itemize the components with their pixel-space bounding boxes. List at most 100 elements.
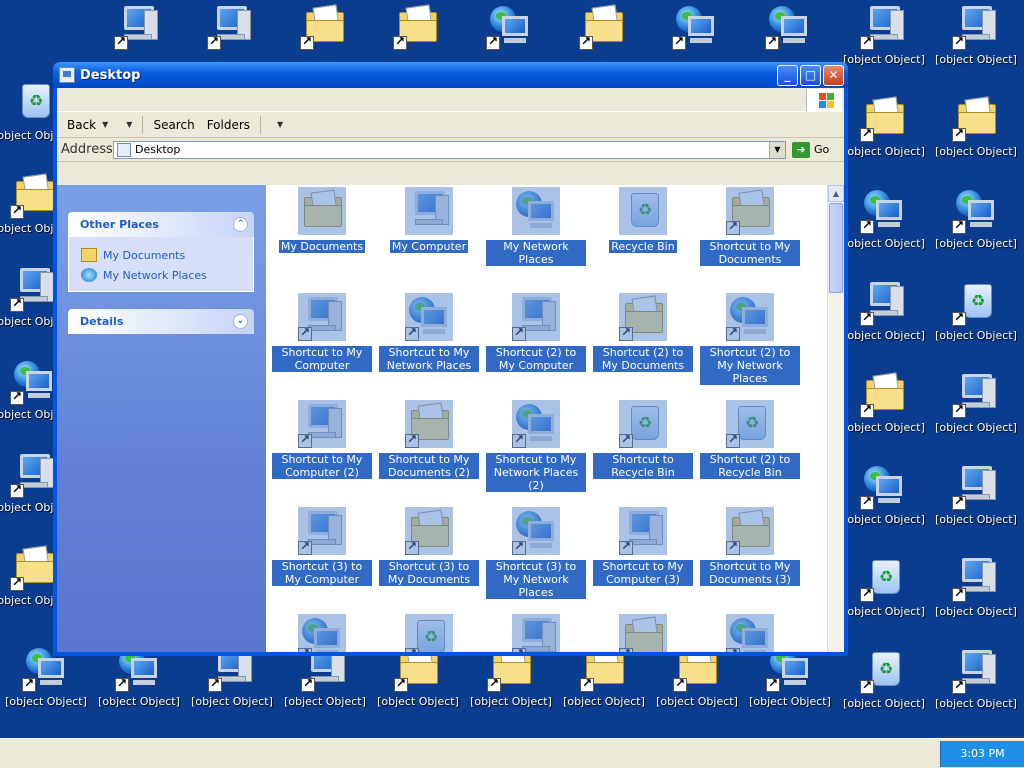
title-bar[interactable]: Desktop _ □ ✕ <box>53 62 848 88</box>
scroll-thumb[interactable] <box>829 203 843 293</box>
folders-button[interactable]: Folders <box>201 114 256 136</box>
shortcut-arrow-icon <box>860 402 874 418</box>
file-item[interactable]: Shortcut to My Computer (3) <box>593 507 693 586</box>
system-tray-clock[interactable]: 3:03 PM <box>940 741 1024 767</box>
folder-icon <box>300 2 348 50</box>
desktop-icon[interactable]: ♻ [object Object] <box>930 278 1022 342</box>
desktop-icon[interactable] <box>743 2 835 50</box>
desktop-icon[interactable]: [object Object] <box>838 186 930 250</box>
collapse-chevron-icon[interactable]: ⌃ <box>233 217 248 232</box>
search-button[interactable]: Search <box>147 114 200 136</box>
shortcut-arrow-icon <box>766 676 780 692</box>
forward-dropdown-icon[interactable]: ▼ <box>126 120 132 129</box>
file-item[interactable]: Shortcut to My Network Places <box>379 293 479 372</box>
address-dropdown-icon[interactable]: ▼ <box>769 141 785 158</box>
desktop-icon[interactable]: [object Object] <box>930 186 1022 250</box>
address-input[interactable]: Desktop ▼ <box>113 140 786 159</box>
network-icon <box>952 186 1000 234</box>
desktop-icon[interactable]: ♻ [object Object] <box>838 646 930 710</box>
views-dropdown-icon[interactable]: ▼ <box>277 120 283 129</box>
file-item[interactable]: Shortcut (4) to My <box>700 614 800 652</box>
desktop-icon[interactable]: [object Object] <box>838 2 930 66</box>
file-item[interactable]: Shortcut (4) to My <box>486 614 586 652</box>
other-places-header[interactable]: Other Places ⌃ <box>68 212 254 237</box>
file-item[interactable]: Shortcut to My Documents <box>700 187 800 266</box>
desktop-icon[interactable]: [object Object] <box>930 646 1022 710</box>
link-my-documents[interactable]: My Documents <box>81 245 253 265</box>
file-item[interactable]: Shortcut to My Documents (2) <box>379 400 479 479</box>
file-item[interactable]: ♻ Shortcut to Recycle Bin <box>593 400 693 479</box>
shortcut-arrow-icon <box>394 676 408 692</box>
shortcut-arrow-icon <box>672 34 686 50</box>
details-header[interactable]: Details ⌄ <box>68 309 254 334</box>
maximize-button[interactable]: □ <box>800 64 821 86</box>
desktop-icon[interactable] <box>557 2 649 50</box>
computer-icon <box>405 187 453 235</box>
desktop-icon[interactable] <box>650 2 742 50</box>
file-item[interactable]: My Computer <box>379 187 479 253</box>
toolbar: Back ▼ ▼ Search Folders ▼ <box>57 112 844 138</box>
file-item[interactable]: Shortcut (3) to My Documents <box>379 507 479 586</box>
file-item-label: Shortcut (2) to My Network Places <box>700 346 800 385</box>
desktop-icon[interactable]: [object Object] <box>838 370 930 434</box>
file-item[interactable]: Shortcut to My Computer <box>272 293 372 372</box>
recycle-icon: ♻ <box>405 614 453 652</box>
desktop-icon[interactable]: [object Object] <box>930 554 1022 618</box>
close-button[interactable]: ✕ <box>823 64 844 86</box>
file-item[interactable]: Shortcut to My Documents (3) <box>700 507 800 586</box>
desktop-icon-label: [object Object] <box>656 695 738 708</box>
desktop-icon[interactable] <box>278 2 370 50</box>
shortcut-arrow-icon <box>619 325 633 341</box>
link-my-network-places[interactable]: My Network Places <box>81 265 253 285</box>
file-item[interactable]: Shortcut (2) to My Documents <box>593 293 693 372</box>
desktop-icon-label: [object Object] <box>935 421 1017 434</box>
desktop-icon[interactable]: [object Object] <box>838 462 930 526</box>
file-item[interactable]: Shortcut to My Network Places (2) <box>486 400 586 492</box>
file-item[interactable]: Shortcut (3) to My Computer <box>272 507 372 586</box>
shortcut-arrow-icon <box>952 586 966 602</box>
desktop-icon[interactable] <box>185 2 277 50</box>
file-item[interactable]: My Network Places <box>486 187 586 266</box>
file-item[interactable]: ♻Shortcut (3) to <box>379 614 479 652</box>
minimize-button[interactable]: _ <box>777 64 798 86</box>
computer-icon <box>619 507 667 555</box>
expand-chevron-icon[interactable]: ⌄ <box>233 314 248 329</box>
desktop-icon-label: [object Object] <box>843 145 925 158</box>
forward-button[interactable]: ▼ <box>114 114 138 136</box>
file-item[interactable]: Shortcut (3) to My Network Places <box>486 507 586 599</box>
folder-icon <box>81 248 97 262</box>
go-button[interactable]: ➜ Go <box>792 141 829 158</box>
desktop-icon[interactable]: [object Object] <box>838 94 930 158</box>
desktop-icon[interactable] <box>92 2 184 50</box>
shortcut-arrow-icon <box>301 676 315 692</box>
file-item[interactable]: My Documents <box>272 187 372 253</box>
computer-icon <box>952 554 1000 602</box>
desktop-icon[interactable]: ♻ [object Object] <box>838 554 930 618</box>
shortcut-arrow-icon <box>860 678 874 694</box>
file-item[interactable]: Shortcut to My Computer (2) <box>272 400 372 479</box>
desktop-icon[interactable] <box>464 2 556 50</box>
desktop-icon[interactable]: [object Object] <box>930 462 1022 526</box>
file-item-label: Shortcut to My Documents (2) <box>379 453 479 479</box>
desktop-icon[interactable]: [object Object] <box>930 94 1022 158</box>
vertical-scrollbar[interactable]: ▲ <box>827 185 844 652</box>
desktop-icon-label: [object Object] <box>191 695 273 708</box>
file-item[interactable]: Shortcut (4) to My <box>593 614 693 652</box>
back-dropdown-icon[interactable]: ▼ <box>102 120 108 129</box>
file-item[interactable]: ♻ Recycle Bin <box>593 187 693 253</box>
views-button[interactable]: ▼ <box>265 114 289 136</box>
file-item[interactable]: Shortcut to My <box>272 614 372 652</box>
computer-icon <box>952 2 1000 50</box>
file-item-label: Shortcut to My Computer <box>272 346 372 372</box>
file-item[interactable]: Shortcut (2) to My Network Places <box>700 293 800 385</box>
desktop-icon[interactable]: [object Object] <box>930 2 1022 66</box>
file-item[interactable]: Shortcut (2) to My Computer <box>486 293 586 372</box>
file-item[interactable]: ♻ Shortcut (2) to Recycle Bin <box>700 400 800 479</box>
scroll-up-arrow-icon[interactable]: ▲ <box>828 185 844 202</box>
desktop-icon[interactable] <box>371 2 463 50</box>
back-button[interactable]: Back ▼ <box>61 114 114 136</box>
folder-icon <box>860 370 908 418</box>
desktop-icon[interactable]: [object Object] <box>838 278 930 342</box>
desktop-icon[interactable]: [object Object] <box>930 370 1022 434</box>
recycle-icon: ♻ <box>619 400 667 448</box>
